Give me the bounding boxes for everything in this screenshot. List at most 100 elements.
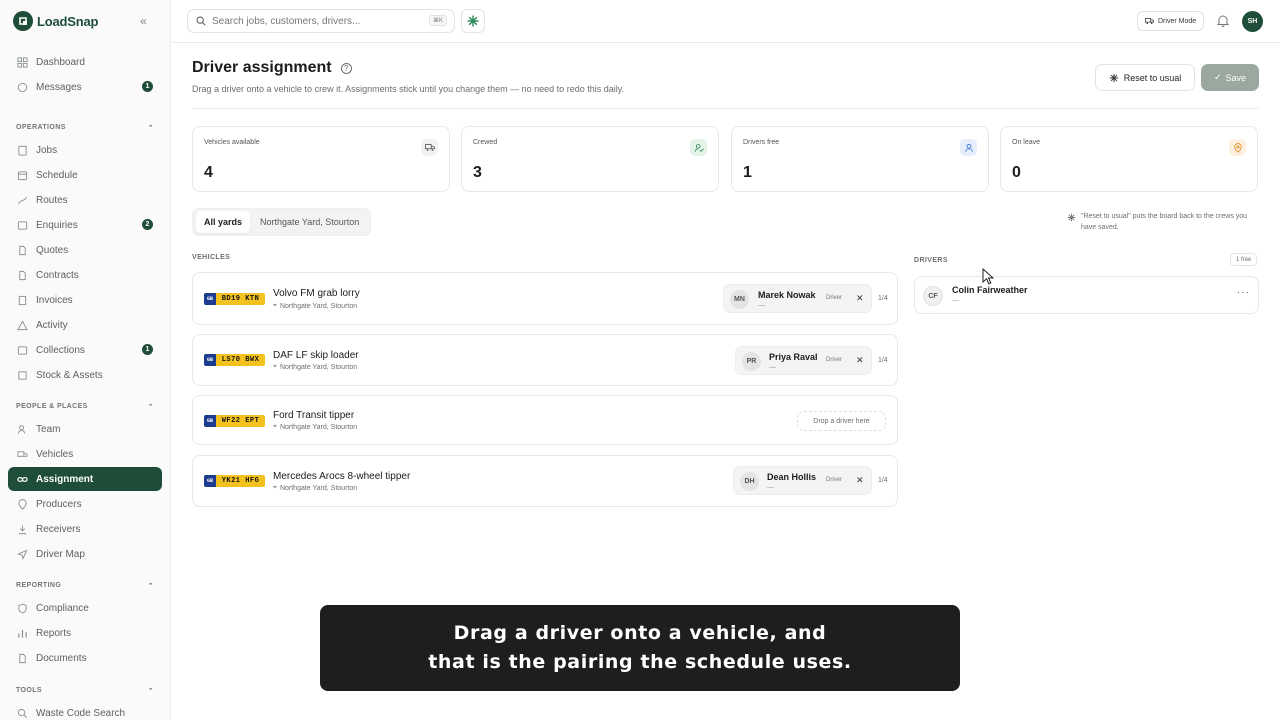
sparkle-icon [467, 15, 479, 27]
reset-to-usual-button[interactable]: Reset to usual [1095, 64, 1195, 91]
driver-avatar: PR [742, 352, 761, 371]
driver-name: Dean Hollis [767, 472, 817, 482]
assigned-driver-chip[interactable]: MN Marek Nowak — Driver ✕ [723, 284, 872, 313]
section-people-places[interactable]: PEOPLE & PLACES ⌃ [16, 403, 154, 411]
assigned-driver-chip[interactable]: PR Priya Raval — Driver ✕ [735, 346, 872, 375]
remove-driver-icon[interactable]: ✕ [856, 475, 864, 486]
driver-name: Colin Fairweather [952, 285, 1028, 295]
driver-avatar: CF [923, 286, 943, 306]
vehicle-name: Volvo FM grab lorry [273, 288, 360, 299]
chevron-up-icon: ⌃ [147, 583, 154, 590]
sidebar-item-compliance[interactable]: Compliance [8, 596, 162, 620]
driver-avatar: DH [740, 472, 759, 491]
receipt-icon [18, 295, 27, 305]
clipboard-icon [18, 145, 27, 156]
vehicle-card[interactable]: GB BD19 KTN Volvo FM grab lorry ⌖ Northgat… [192, 272, 898, 325]
map-pin-icon [1229, 139, 1246, 156]
vehicle-card[interactable]: GB WF22 EPT Ford Transit tipper ⌖ Northgat… [192, 395, 898, 445]
remove-driver-icon[interactable]: ✕ [856, 355, 864, 366]
assistant-button[interactable] [461, 9, 485, 33]
map-pin-icon [18, 498, 27, 510]
driver-avatar: MN [730, 290, 749, 309]
sidebar-item-assignment[interactable]: Assignment [8, 467, 162, 491]
sidebar-item-waste-code-search[interactable]: Waste Code Search [8, 701, 162, 720]
sidebar-item-reports[interactable]: Reports [8, 621, 162, 645]
top-bar: ⌘K Driver Mode SH [171, 0, 1280, 43]
user-avatar[interactable]: SH [1242, 11, 1263, 32]
vehicle-location: ⌖ Northgate Yard, Stourton [273, 363, 358, 371]
vehicle-name: Ford Transit tipper [273, 410, 355, 421]
save-button[interactable]: ✓ Save [1201, 64, 1259, 91]
map-pin-icon: ⌖ [273, 423, 277, 430]
remove-driver-icon[interactable]: ✕ [856, 293, 864, 304]
link-icon [17, 476, 28, 482]
section-tools[interactable]: TOOLS ⌃ [16, 687, 154, 695]
collapse-sidebar-icon[interactable]: « [140, 14, 147, 28]
sidebar-item-invoices[interactable]: Invoices [8, 288, 162, 312]
sidebar-item-vehicles[interactable]: Vehicles [8, 442, 162, 466]
stat-card-vehicles-available: Vehicles available 4 [192, 126, 450, 192]
sparkle-icon [1067, 213, 1076, 222]
section-operations[interactable]: OPERATIONS ⌃ [16, 124, 154, 132]
sidebar: LoadSnap « Dashboard Messages 1 OPERATIO… [0, 0, 171, 720]
more-options-icon[interactable]: ··· [1237, 287, 1250, 298]
sidebar-item-stock-assets[interactable]: Stock & Assets [8, 363, 162, 387]
chevron-up-icon: ⌃ [147, 125, 154, 132]
tab-all-yards[interactable]: All yards [196, 211, 251, 233]
sidebar-item-activity[interactable]: Activity [8, 313, 162, 337]
yard-filter-tabs: All yards Northgate Yard, Stourton [192, 208, 372, 236]
map-pin-icon: ⌖ [273, 302, 277, 309]
unread-badge: 1 [142, 81, 153, 92]
sparkle-icon [1109, 73, 1118, 82]
sidebar-item-routes[interactable]: Routes [8, 188, 162, 212]
crew-count: 1/4 [878, 477, 888, 484]
vehicle-name: Mercedes Arocs 8-wheel tipper [273, 471, 411, 482]
caption-overlay: Drag a driver onto a vehicle, and that i… [320, 605, 960, 691]
driver-drop-zone[interactable]: Drop a driver here [797, 411, 886, 431]
free-driver-card[interactable]: CF Colin Fairweather — ··· [914, 276, 1259, 314]
tab-northgate-yard[interactable]: Northgate Yard, Stourton [252, 211, 367, 233]
logo-text: LoadSnap [37, 13, 99, 29]
sidebar-item-messages[interactable]: Messages 1 [8, 75, 162, 99]
driver-name: Priya Raval [769, 352, 818, 362]
drivers-heading: DRIVERS [914, 257, 948, 264]
sidebar-item-team[interactable]: Team [8, 417, 162, 441]
logo[interactable]: LoadSnap [13, 11, 98, 31]
sidebar-item-quotes[interactable]: Quotes [8, 238, 162, 262]
global-search[interactable]: ⌘K [187, 9, 455, 33]
crew-count: 1/4 [878, 295, 888, 302]
sidebar-item-receivers[interactable]: Receivers [8, 517, 162, 541]
drivers-free-count: 1 free [1230, 253, 1258, 266]
vehicle-location: ⌖ Northgate Yard, Stourton [273, 302, 358, 310]
sidebar-item-enquiries[interactable]: Enquiries 2 [8, 213, 162, 237]
route-icon [18, 196, 27, 204]
alert-triangle-icon [17, 319, 28, 330]
vehicle-location: ⌖ Northgate Yard, Stourton [273, 423, 358, 431]
sidebar-item-producers[interactable]: Producers [8, 492, 162, 516]
search-icon [17, 708, 27, 718]
sidebar-item-driver-map[interactable]: Driver Map [8, 542, 162, 566]
driver-mode-button[interactable]: Driver Mode [1137, 11, 1205, 31]
sidebar-item-collections[interactable]: Collections 1 [8, 338, 162, 362]
vehicle-card[interactable]: GB YK21 HFG Mercedes Arocs 8-wheel tipper… [192, 455, 898, 507]
page-title: Driver assignment ? [192, 59, 352, 77]
search-input[interactable] [212, 15, 412, 27]
page-subtitle: Drag a driver onto a vehicle to crew it.… [192, 84, 625, 94]
bell-icon[interactable] [1217, 14, 1229, 27]
sidebar-item-documents[interactable]: Documents [8, 646, 162, 670]
box-icon [18, 370, 27, 380]
vehicle-card[interactable]: GB LS70 BWX DAF LF skip loader ⌖ Northgate… [192, 334, 898, 386]
sidebar-item-dashboard[interactable]: Dashboard [8, 50, 162, 74]
file-text-icon [19, 270, 26, 280]
section-reporting[interactable]: REPORTING ⌃ [16, 582, 154, 590]
help-icon[interactable]: ? [340, 62, 352, 74]
sidebar-item-jobs[interactable]: Jobs [8, 138, 162, 162]
user-icon [960, 139, 977, 156]
number-plate: GB WF22 EPT [204, 415, 265, 427]
grid-icon [17, 56, 28, 68]
chevron-up-icon: ⌃ [147, 404, 154, 411]
driver-mode-label: Driver Mode [1158, 17, 1197, 25]
sidebar-item-contracts[interactable]: Contracts [8, 263, 162, 287]
sidebar-item-schedule[interactable]: Schedule [8, 163, 162, 187]
assigned-driver-chip[interactable]: DH Dean Hollis — Driver ✕ [733, 466, 872, 495]
